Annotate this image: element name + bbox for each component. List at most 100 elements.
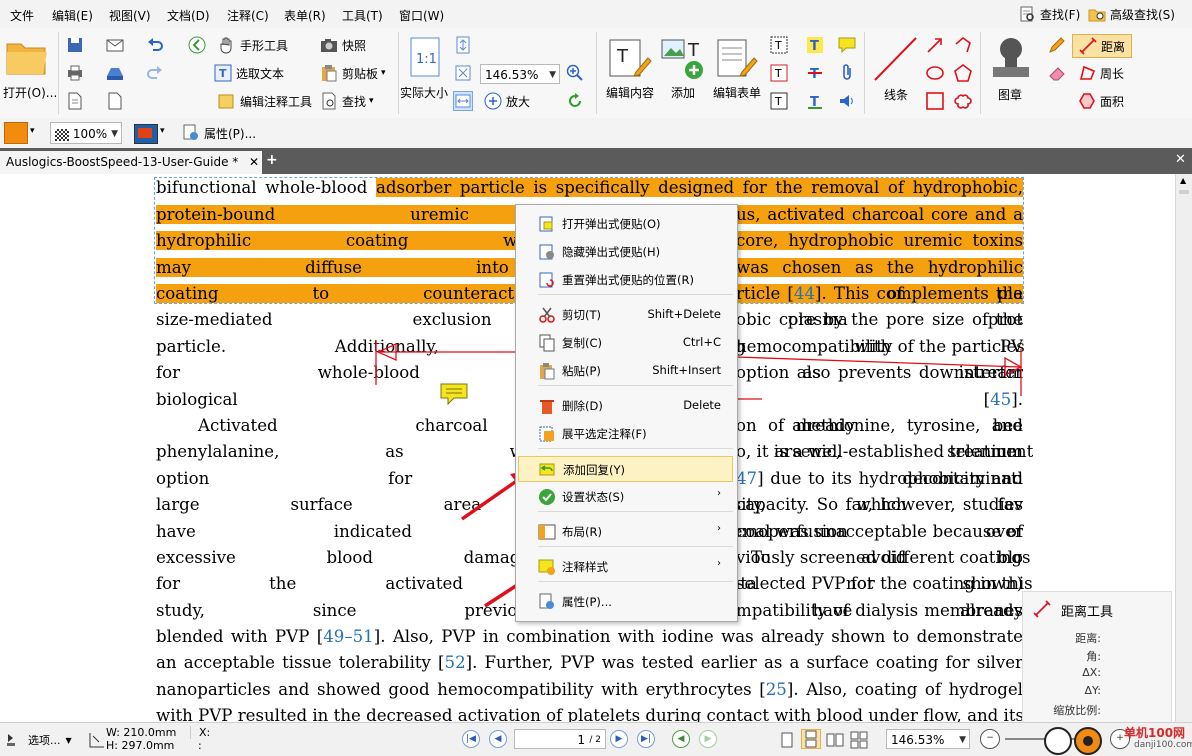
menu-view[interactable]: 视图(V) [109,7,151,24]
pencil-tool-icon[interactable] [1048,36,1066,54]
attach-file-icon[interactable] [838,64,856,82]
page-number-field[interactable]: 1 / 2 [514,729,606,749]
stamp-label[interactable]: 图章 [998,86,1022,103]
menu-form[interactable]: 表单(R) [284,7,326,24]
strikeout-icon[interactable]: T [806,64,824,82]
back-view-button[interactable]: ◀ [672,730,690,748]
next-page-button[interactable]: ▶ [610,730,628,748]
context-menu-item[interactable]: 设置状态(S) › [518,484,733,510]
stamp-icon[interactable] [988,34,1034,82]
undo-icon[interactable] [146,36,164,54]
context-menu-item[interactable]: 打开弹出式便贴(O) [518,211,733,237]
context-menu-item[interactable]: 重置弹出式便贴的位置(R) [518,267,733,293]
context-menu-item[interactable]: 展平选定注释(F) [518,421,733,447]
last-page-button[interactable]: ▶| [637,730,655,748]
rectangle-tool-icon[interactable] [926,92,944,110]
cloud-tool-icon[interactable] [954,92,972,110]
ellipse-tool-icon[interactable] [926,64,944,82]
find-button[interactable]: 查找(F) [1018,5,1080,23]
context-menu-item[interactable]: 属性(P)... [518,589,733,615]
status-zoom-out-button[interactable]: − [980,729,1000,749]
area-tool-button[interactable]: 面积 [1078,92,1124,110]
close-document-icon[interactable]: ✕ [1175,152,1186,167]
arrow-tool-icon[interactable] [926,36,944,54]
rotate-left-icon[interactable] [566,92,584,110]
advanced-find-button[interactable]: 高级查找(S) [1088,5,1175,23]
polygon-line-icon[interactable] [954,36,972,54]
email-icon[interactable] [106,36,124,54]
polygon-tool-icon[interactable] [954,64,972,82]
callout-icon[interactable]: T [770,92,788,110]
context-menu-item[interactable]: 布局(R) › [518,519,733,545]
blank-page-icon[interactable] [106,92,124,110]
perimeter-tool-button[interactable]: 周长 [1078,64,1124,82]
back-icon[interactable] [188,36,206,54]
edit-content-label[interactable]: 编辑内容 [606,84,654,101]
scan-icon[interactable] [106,64,124,82]
context-menu-item[interactable]: 粘贴(P) Shift+Insert [518,358,733,384]
highlight-text-icon[interactable]: T [806,36,824,54]
snapshot-button[interactable]: 快照 [320,36,366,54]
new-document-icon[interactable] [66,92,84,110]
menu-comment[interactable]: 注释(C) [227,7,269,24]
textbox-icon[interactable]: T [770,36,788,54]
stroke-color-swatch[interactable] [134,124,158,144]
lines-label[interactable]: 线条 [884,86,908,103]
forward-view-button[interactable]: ▶ [699,730,717,748]
edit-form-button[interactable] [712,36,760,82]
sound-icon[interactable] [838,92,856,110]
status-zoom-combo[interactable]: 146.53% ▼ [886,729,970,749]
open-label[interactable]: 打开(O)... [3,84,57,101]
find-tool-button[interactable]: 查找 ▾ [320,92,374,110]
menu-document[interactable]: 文档(D) [167,7,210,24]
actual-size-label[interactable]: 实际大小 [400,84,448,101]
sticky-note-icon[interactable] [838,36,856,54]
context-menu-item[interactable]: 复制(C) Ctrl+C [518,330,733,356]
menu-file[interactable]: 文件 [10,7,34,24]
prev-page-button[interactable]: ◀ [489,730,507,748]
select-text-button[interactable]: T 选取文本 [214,64,284,82]
single-page-icon[interactable] [778,731,796,749]
zoom-in-button[interactable]: 放大 [484,92,530,110]
close-tab-icon[interactable]: ✕ [249,151,259,174]
typewriter-icon[interactable]: T [770,64,788,82]
add-label[interactable]: 添加 [671,84,695,101]
zoom-combo[interactable]: 146.53% ▼ [480,64,560,84]
hand-tool-button[interactable]: 手形工具 [218,36,288,54]
edit-content-button[interactable]: T [606,36,654,82]
save-icon[interactable] [66,36,84,54]
options-button[interactable]: 选项... ▼ [4,731,72,749]
properties-button[interactable]: 属性(P)... [182,124,256,142]
clipboard-button[interactable]: 剪贴板 ▾ [320,64,386,82]
actual-size-button[interactable]: 1:1 [405,36,445,80]
redo-icon[interactable] [146,64,164,82]
menu-window[interactable]: 窗口(W) [399,7,444,24]
fit-visible-icon[interactable] [454,64,472,82]
fit-width-icon[interactable] [453,91,473,111]
context-menu-item[interactable]: 注释样式 › [518,554,733,580]
facing-page-icon[interactable] [826,731,844,749]
continuous-page-icon[interactable] [801,729,821,749]
distance-tool-button[interactable]: 距离 [1072,34,1133,58]
underline-icon[interactable]: T [806,92,824,110]
zoom-slider-thumb[interactable] [1074,727,1102,755]
eraser-icon[interactable] [1048,64,1066,82]
menu-edit[interactable]: 编辑(E) [52,7,93,24]
open-button[interactable] [4,36,54,84]
document-tab[interactable]: Auslogics-BoostSpeed-13-User-Guide * ✕ [0,151,262,174]
edit-form-label[interactable]: 编辑表单 [713,84,761,101]
print-icon[interactable] [66,64,84,82]
opacity-combo[interactable]: 100% ▼ [50,122,122,144]
menu-tools[interactable]: 工具(T) [342,7,383,24]
first-page-button[interactable]: |◀ [462,730,480,748]
context-menu-item[interactable]: 剪切(T) Shift+Delete [518,302,733,328]
new-tab-icon[interactable]: + [266,152,278,168]
context-menu-item[interactable]: 添加回复(Y) [518,456,733,482]
line-tool-icon[interactable] [870,34,920,84]
add-button[interactable]: T [660,36,706,82]
fill-color-swatch[interactable] [4,122,28,144]
context-menu-item[interactable]: 隐藏弹出式便贴(H) [518,239,733,265]
context-menu-item[interactable]: 删除(D) Delete [518,393,733,419]
edit-annotation-tool-button[interactable]: 编辑注释工具 [218,92,312,110]
vertical-scrollbar[interactable]: ▲ [1175,174,1192,722]
